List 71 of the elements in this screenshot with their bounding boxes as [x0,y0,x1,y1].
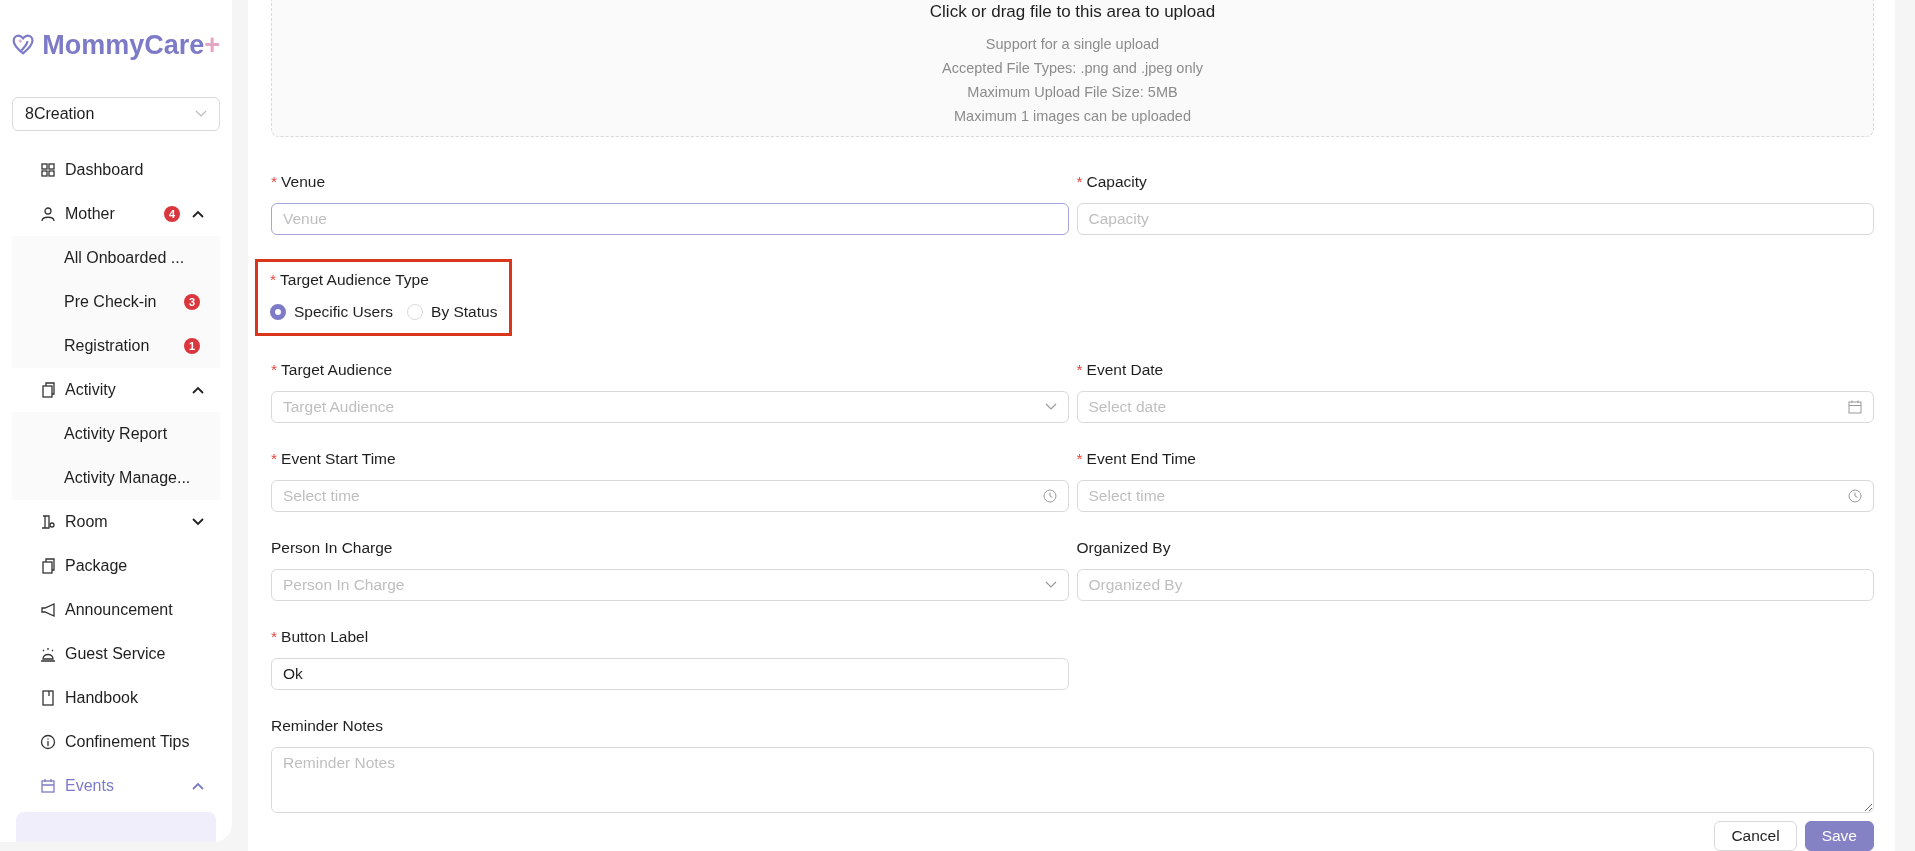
field-label: Organized By [1076,539,1171,556]
grid-icon [40,162,56,178]
user-icon [40,206,56,222]
field-label: Person In Charge [271,539,393,556]
calendar-icon [40,778,56,794]
nav-item[interactable]: Dashboard [12,148,220,192]
info-icon [40,734,56,750]
field-label: Reminder Notes [271,717,383,734]
field-label: Button Label [281,628,369,645]
brand-name: MommyCare [42,29,205,61]
required-asterisk: * [1076,450,1083,467]
required-asterisk: * [270,271,277,288]
required-asterisk: * [1076,173,1083,190]
clock-icon [1042,489,1057,503]
alarm-icon [40,646,56,662]
upload-hint: Support for a single upload [984,35,1161,54]
required-asterisk: * [271,450,278,467]
upload-hint: Maximum Upload File Size: 5MB [966,83,1179,102]
chevron-down-icon [1044,403,1057,411]
count-badge: 3 [184,294,200,310]
brand-plus: + [204,29,220,61]
upload-title: Click or drag file to this area to upload [928,2,1217,22]
organization-select[interactable]: 8Creation [12,97,220,131]
nav-item[interactable]: Mother 4 [12,192,220,236]
doc-icon [40,382,56,398]
nav-subitem[interactable]: All Onboarded ... [12,236,220,280]
save-button[interactable]: Save [1804,821,1874,851]
chevron-down-icon [195,110,207,118]
nav-item[interactable]: Package [12,544,220,588]
field-label: Target Audience Type [280,271,429,288]
calendar-icon [1848,400,1862,414]
field-label: Capacity [1086,173,1147,190]
required-asterisk: * [271,173,278,190]
required-asterisk: * [1076,361,1083,378]
radio-option[interactable]: Specific Users [270,303,394,321]
nav-item[interactable]: Events [12,764,220,808]
nav-subitem[interactable]: Registration 1 [12,324,220,368]
required-asterisk: * [271,361,278,378]
field-label: Event Start Time [281,450,396,467]
nav-item[interactable]: Announcement [12,588,220,632]
room-icon [40,514,56,530]
book-icon [40,690,56,706]
megaphone-icon [40,602,56,618]
chevron-down-icon [1044,581,1057,589]
upload-dropzone[interactable]: Click or drag file to this area to upload Support for a single upload Accepted File Types: .png and .jpeg only Maximum Upload File Size: 5MB Maximum 1 images can be uploaded [271,0,1874,137]
field-label: Venue [281,173,325,190]
clock-icon [1848,489,1862,503]
required-asterisk: * [271,628,278,645]
field-label: Event Date [1086,361,1164,378]
nav-subitem[interactable]: Activity Report [12,412,220,456]
count-badge: 1 [184,338,200,354]
radio-button[interactable] [270,304,286,320]
nav-item[interactable]: Room [12,500,220,544]
nav-item[interactable]: Activity [12,368,220,412]
doc-icon [40,558,56,574]
field-label: Target Audience [281,361,393,378]
nav-item[interactable]: Guest Service [12,632,220,676]
nav-item[interactable]: Handbook [12,676,220,720]
field-label: Event End Time [1086,450,1196,467]
radio-label: By Status [431,303,498,321]
radio-label: Specific Users [294,303,394,321]
count-badge: 4 [164,206,180,222]
cancel-button[interactable]: Cancel [1714,821,1797,851]
nav-subitem[interactable]: Pre Check-in 3 [12,280,220,324]
nav-item[interactable]: Confinement Tips [12,720,220,764]
radio-option[interactable]: By Status [407,303,498,321]
upload-hint: Maximum 1 images can be uploaded [953,107,1192,126]
input-field[interactable]: Ok [271,658,1069,690]
upload-hint: Accepted File Types: .png and .jpeg only [941,59,1204,78]
text-area[interactable]: Reminder Notes [271,747,1874,813]
nav-subitem[interactable]: Activity Manage... [12,456,220,500]
